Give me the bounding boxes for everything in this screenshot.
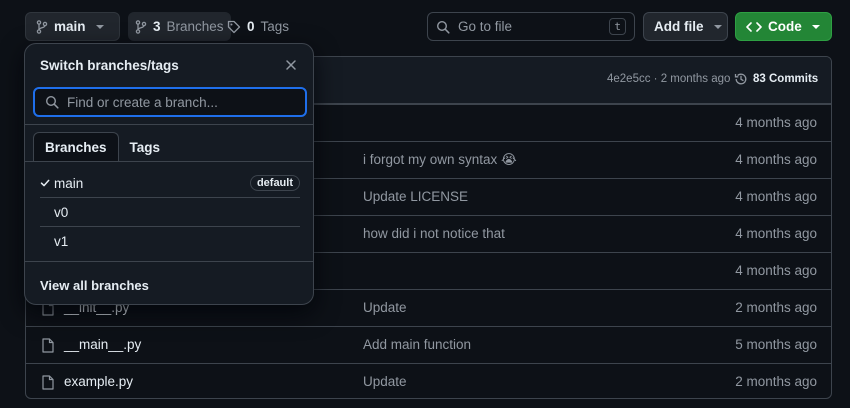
branches-label: Branches: [166, 19, 224, 34]
view-all-branches-link[interactable]: View all branches: [40, 278, 149, 293]
commit-time: 4 months ago: [735, 263, 817, 278]
branch-item-v1[interactable]: v1: [40, 227, 300, 256]
branch-icon: [135, 19, 147, 34]
go-to-file-input[interactable]: Go to file t: [427, 12, 635, 41]
branch-search-field[interactable]: [33, 87, 307, 117]
commit-message[interactable]: how did i not notice that: [363, 226, 505, 241]
chevron-down-icon: [95, 24, 104, 29]
branch-search-input[interactable]: [67, 94, 287, 110]
tab-tags[interactable]: Tags: [119, 132, 172, 162]
chevron-down-icon: [713, 24, 722, 29]
commit-message[interactable]: Update LICENSE: [363, 189, 468, 204]
file-icon: [42, 375, 54, 390]
commit-message[interactable]: i forgot my own syntax 😭: [363, 152, 517, 168]
branch-name: main: [54, 176, 84, 191]
close-icon[interactable]: [285, 59, 297, 71]
commit-time: 4 months ago: [735, 189, 817, 204]
table-row[interactable]: example.py Update 2 months ago: [26, 363, 831, 398]
branch-switcher-dropdown: Switch branches/tags Branches Tags main …: [24, 43, 314, 305]
branch-select-button[interactable]: main: [25, 12, 120, 41]
commit-time: 5 months ago: [735, 337, 817, 352]
search-icon: [436, 20, 450, 34]
code-button[interactable]: Code: [735, 12, 832, 41]
check-icon: [40, 178, 50, 188]
search-icon: [45, 95, 59, 109]
file-name[interactable]: example.py: [64, 374, 133, 389]
file-icon: [42, 338, 54, 353]
commits-link[interactable]: 83 Commits: [734, 72, 818, 86]
chevron-down-icon: [811, 24, 820, 29]
tabs-underline: [25, 161, 313, 162]
commit-message[interactable]: Update: [363, 374, 407, 389]
commits-count-label: 83 Commits: [753, 73, 819, 85]
dropdown-title: Switch branches/tags: [40, 58, 179, 73]
branches-count: 3: [153, 19, 161, 34]
tags-link[interactable]: 0 Tags: [225, 12, 291, 41]
branch-name: v0: [54, 205, 69, 220]
tag-icon: [227, 20, 241, 34]
branches-link[interactable]: 3 Branches: [128, 12, 231, 41]
history-icon: [734, 72, 748, 86]
divider: [25, 261, 313, 262]
commit-message[interactable]: Add main function: [363, 337, 471, 352]
commit-time: 2 months ago: [735, 374, 817, 389]
go-to-file-placeholder: Go to file: [458, 19, 513, 34]
commit-message[interactable]: Update: [363, 300, 407, 315]
default-badge: default: [249, 175, 300, 191]
file-name[interactable]: __main__.py: [64, 337, 141, 352]
commit-meta[interactable]: 4e2e5cc · 2 months ago: [607, 73, 730, 85]
add-file-label: Add file: [654, 19, 704, 34]
tags-label: Tags: [260, 19, 290, 34]
tab-branches[interactable]: Branches: [33, 132, 119, 162]
code-icon: [746, 21, 762, 33]
branch-name: v1: [54, 234, 69, 249]
tags-count: 0: [247, 19, 255, 34]
commit-time: 2 months ago: [735, 300, 817, 315]
commit-time: 4 months ago: [735, 115, 817, 130]
commit-time: 4 months ago: [735, 226, 817, 241]
divider: [25, 124, 313, 125]
branch-item-v0[interactable]: v0: [40, 198, 300, 227]
code-label: Code: [768, 19, 802, 34]
current-branch-label: main: [54, 19, 86, 34]
branch-item-main[interactable]: main default: [40, 169, 300, 198]
keyboard-shortcut-hint: t: [609, 18, 626, 35]
branch-tag-tabs: Branches Tags: [33, 132, 171, 162]
table-row[interactable]: __main__.py Add main function 5 months a…: [26, 326, 831, 363]
commit-time: 4 months ago: [735, 152, 817, 167]
add-file-button[interactable]: Add file: [643, 12, 728, 41]
branch-icon: [36, 19, 48, 34]
